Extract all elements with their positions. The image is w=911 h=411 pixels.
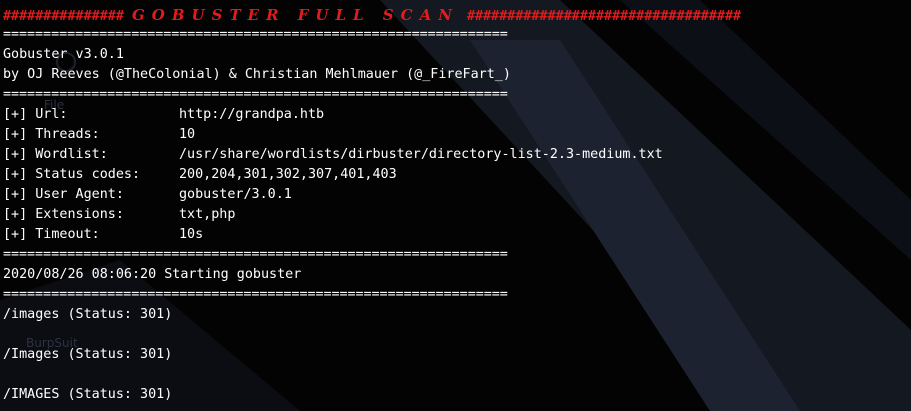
option-value: gobuster/3.0.1: [179, 187, 292, 202]
result-line: /images (Status: 301): [3, 307, 173, 322]
divider-rule: ========================================…: [3, 287, 508, 302]
option-value: txt,php: [179, 207, 236, 222]
option-user-agent: [+] User Agent: gobuster/3.0.1: [3, 185, 292, 205]
option-label: [+] Status codes:: [3, 167, 141, 182]
result-line: /Images (Status: 301): [3, 347, 173, 362]
option-label: [+] Timeout:: [3, 227, 100, 242]
option-label: [+] Extensions:: [3, 207, 124, 222]
gobuster-authors: by OJ Reeves (@TheColonial) & Christian …: [3, 67, 511, 82]
banner-title: GOBUSTER FULL SCAN: [132, 6, 459, 24]
option-label: [+] User Agent:: [3, 187, 124, 202]
result-line: /IMAGES (Status: 301): [3, 387, 173, 402]
banner-right-hashes: ##################################: [466, 9, 742, 24]
gobuster-version: Gobuster v3.0.1: [3, 47, 124, 62]
option-timeout: [+] Timeout: 10s: [3, 225, 203, 245]
option-value: /usr/share/wordlists/dirbuster/directory…: [179, 147, 663, 162]
option-extensions: [+] Extensions: txt,php: [3, 205, 235, 225]
option-label: [+] Url:: [3, 107, 68, 122]
option-value: 200,204,301,302,307,401,403: [179, 167, 397, 182]
start-timestamp-line: 2020/08/26 08:06:20 Starting gobuster: [3, 267, 302, 282]
option-value: 10s: [179, 227, 204, 242]
option-value: http://grandpa.htb: [179, 107, 325, 122]
option-label: [+] Wordlist:: [3, 147, 108, 162]
scan-banner: ############### GOBUSTER FULL SCAN #####…: [3, 5, 741, 25]
banner-left-hashes: ###############: [3, 9, 124, 24]
option-value: 10: [179, 127, 196, 142]
terminal-window[interactable]: File BurpSuit ############### GOBUSTER F…: [0, 0, 911, 411]
divider-rule: ========================================…: [3, 27, 508, 42]
divider-rule: ========================================…: [3, 87, 508, 102]
option-url: [+] Url: http://grandpa.htb: [3, 105, 324, 125]
option-wordlist: [+] Wordlist: /usr/share/wordlists/dirbus…: [3, 145, 663, 165]
option-status-codes: [+] Status codes: 200,204,301,302,307,401…: [3, 165, 397, 185]
option-label: [+] Threads:: [3, 127, 100, 142]
option-threads: [+] Threads: 10: [3, 125, 195, 145]
divider-rule: ========================================…: [3, 247, 508, 262]
